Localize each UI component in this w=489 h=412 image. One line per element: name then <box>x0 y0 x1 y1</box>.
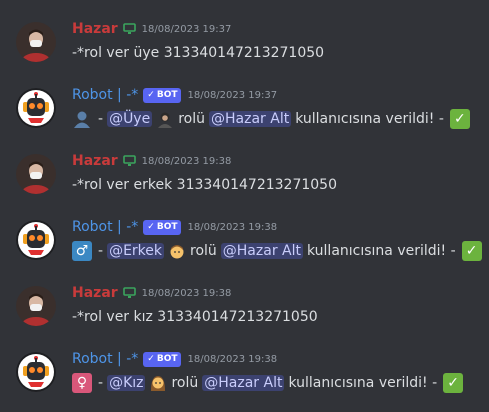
message-content: -*rol ver üye 313340147213271050 <box>72 45 325 61</box>
message-robot: Robot | -* ✓ BOT 18/08/2023 19:38 ♂ - @Er… <box>0 216 489 276</box>
message-header: Hazar 18/08/2023 19:37 <box>72 18 231 40</box>
username[interactable]: Robot | -* <box>72 87 138 103</box>
timestamp: 18/08/2023 19:38 <box>141 287 232 299</box>
bot-badge: ✓ BOT <box>143 351 182 367</box>
bust-in-silhouette-icon <box>72 109 92 129</box>
timestamp: 18/08/2023 19:37 <box>141 23 232 35</box>
male-sign-icon: ♂ <box>72 241 92 261</box>
message-hazar: Hazar 18/08/2023 19:38 -*rol ver erkek 3… <box>0 150 489 210</box>
verified-check-icon: ✓ <box>147 90 155 100</box>
avatar-robot[interactable] <box>16 88 56 128</box>
verified-check-icon: ✓ <box>147 222 155 232</box>
message-hazar: Hazar 18/08/2023 19:38 -*rol ver kız 313… <box>0 282 489 342</box>
check-mark-icon: ✓ <box>461 241 482 261</box>
message-content: ♀ - @Kız rolü @Hazar Alt kullanıcısına v… <box>72 372 464 394</box>
role-mention[interactable]: @Kız <box>107 375 146 391</box>
message-hazar: Hazar 18/08/2023 19:37 -*rol ver üye 313… <box>0 18 489 78</box>
monitor-icon <box>122 155 136 167</box>
message-header: Robot | -* ✓ BOT 18/08/2023 19:37 <box>72 84 277 106</box>
user-mention[interactable]: @Hazar Alt <box>209 111 292 127</box>
role-mention[interactable]: @Erkek <box>107 243 164 259</box>
message-content: ♂ - @Erkek rolü @Hazar Alt kullanıcısına… <box>72 240 482 262</box>
monitor-icon <box>122 23 136 35</box>
user-mention[interactable]: @Hazar Alt <box>202 375 285 391</box>
monitor-icon <box>122 287 136 299</box>
username[interactable]: Hazar <box>72 285 118 301</box>
avatar-robot[interactable] <box>16 352 56 392</box>
timestamp: 18/08/2023 19:38 <box>187 221 278 233</box>
message-content: - @Üye rolü @Hazar Alt kullanıcısına ver… <box>72 108 470 130</box>
username[interactable]: Robot | -* <box>72 351 138 367</box>
timestamp: 18/08/2023 19:37 <box>187 89 278 101</box>
bot-badge: ✓ BOT <box>143 87 182 103</box>
woman-face-icon <box>149 374 167 392</box>
message-header: Hazar 18/08/2023 19:38 <box>72 150 231 172</box>
username[interactable]: Robot | -* <box>72 219 138 235</box>
timestamp: 18/08/2023 19:38 <box>187 353 278 365</box>
user-mention[interactable]: @Hazar Alt <box>220 243 303 259</box>
message-robot: Robot | -* ✓ BOT 18/08/2023 19:38 ♀ - @Kı… <box>0 348 489 408</box>
verified-check-icon: ✓ <box>147 354 155 364</box>
avatar-robot[interactable] <box>16 220 56 260</box>
message-content: -*rol ver erkek 313340147213271050 <box>72 177 337 193</box>
message-robot: Robot | -* ✓ BOT 18/08/2023 19:37 - @Üye … <box>0 84 489 144</box>
timestamp: 18/08/2023 19:38 <box>141 155 232 167</box>
avatar-hazar[interactable] <box>16 154 56 194</box>
avatar-hazar[interactable] <box>16 286 56 326</box>
check-mark-icon: ✓ <box>449 109 470 129</box>
message-header: Robot | -* ✓ BOT 18/08/2023 19:38 <box>72 216 277 238</box>
check-mark-icon: ✓ <box>443 373 464 393</box>
bot-badge: ✓ BOT <box>143 219 182 235</box>
role-mention[interactable]: @Üye <box>107 111 153 127</box>
man-face-icon <box>168 242 186 260</box>
username[interactable]: Hazar <box>72 21 118 37</box>
avatar-hazar[interactable] <box>16 22 56 62</box>
message-header: Hazar 18/08/2023 19:38 <box>72 282 231 304</box>
message-content: -*rol ver kız 313340147213271050 <box>72 309 318 325</box>
username[interactable]: Hazar <box>72 153 118 169</box>
message-header: Robot | -* ✓ BOT 18/08/2023 19:38 <box>72 348 277 370</box>
female-sign-icon: ♀ <box>72 373 92 393</box>
role-emoji-icon <box>156 110 174 128</box>
